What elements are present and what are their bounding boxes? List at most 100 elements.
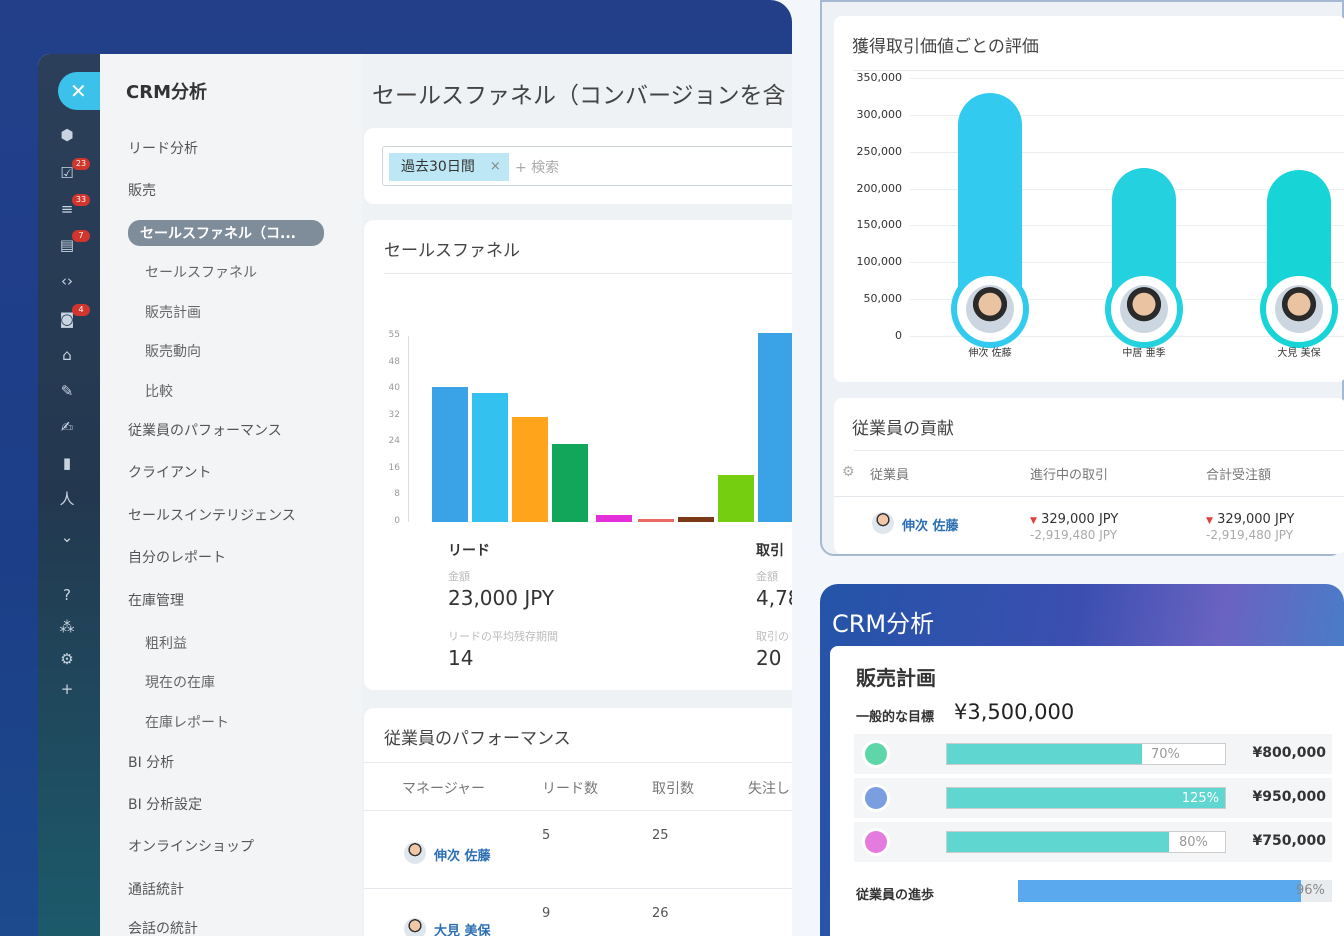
funnel-y-tick: 24 [388,436,400,447]
performance-title: 従業員のパフォーマンス [384,729,571,749]
search-input[interactable]: + 検索 [515,157,559,177]
col-leads[interactable]: リード数 [542,778,598,798]
employee-name-link[interactable]: 伸次 佐藤 [902,515,959,534]
value-y-tick: 0 [895,329,902,342]
menu-item-stock-report[interactable]: 在庫レポート [145,712,229,732]
structure-icon[interactable]: ⁂ [56,616,78,638]
network-icon[interactable]: ⬢ [56,124,78,146]
plan-row[interactable]: 125% ¥950,000 [854,778,1332,818]
employee-photo [951,270,1029,348]
funnel-bar[interactable] [678,516,714,522]
gear-icon[interactable]: ⚙ [842,464,855,480]
menu-item-online-shop[interactable]: オンラインショップ [128,836,254,856]
panel-title: CRM分析 [832,610,935,638]
menu-item-sales-funnel[interactable]: セールスファネル [145,262,257,282]
avatar [404,918,426,936]
plan-percent: 70% [1151,747,1180,762]
funnel-y-tick: 48 [388,356,400,367]
menu-item-my-reports[interactable]: 自分のレポート [128,547,226,567]
divider [854,70,1344,71]
gear-icon[interactable]: ⚙ [56,648,78,670]
person-icon[interactable]: 人 [56,488,78,510]
sales-plan-panel: CRM分析 販売計画 一般的な目標 ¥3,500,000 70% ¥800,000… [820,584,1344,936]
col-lost[interactable]: 失注し [748,778,790,798]
menu-item-gross-profit[interactable]: 粗利益 [145,633,187,653]
funnel-bar[interactable] [758,332,792,522]
funnel-bar[interactable] [596,515,632,522]
home-icon[interactable]: ⌂ [56,344,78,366]
menu-item-sales-funnel-active[interactable]: セールスファネル（コ... [128,220,324,246]
value-category-label: 伸次 佐藤 [968,348,1012,359]
deals-avg: 20 [756,646,782,670]
menu-item-lead-analysis[interactable]: リード分析 [128,138,198,158]
funnel-bar[interactable] [512,417,548,522]
chevron-down-icon[interactable]: ⌄ [56,526,78,548]
crm-app-window: ✕ ⬢ ☑ 23 ≡ 33 ▤ 7 ‹› ◙ 4 ⌂ ✎ ✍ ▮ 人 ⌄ ? ⁂… [38,54,792,936]
period-chip[interactable]: 過去30日間 × [389,153,509,181]
menu-item-clients[interactable]: クライアント [128,462,211,482]
plan-row[interactable]: 70% ¥800,000 [854,734,1332,774]
menu-item-call-stats[interactable]: 通話統計 [128,879,184,899]
help-icon[interactable]: ? [56,584,78,606]
menu-item-sales-trend[interactable]: 販売動向 [145,341,201,361]
employee-name-link[interactable]: 大見 美保 [434,920,491,936]
menu-item-sales-plan[interactable]: 販売計画 [145,302,201,322]
row-leads: 5 [542,828,551,843]
contact-badge: 7 [72,230,90,242]
plus-icon[interactable]: + [56,678,78,700]
progress-fill [1018,880,1301,902]
divider [364,762,792,763]
menu-item-bi-settings[interactable]: BI 分析設定 [128,794,202,814]
menu-item-current-stock[interactable]: 現在の在庫 [145,672,215,692]
divider [834,496,1344,497]
goal-label: 一般的な目標 [856,710,935,725]
menu-item-comparison[interactable]: 比較 [145,381,173,401]
employee-photo [1260,270,1338,348]
avatar [872,512,894,534]
value-y-tick: 250,000 [856,144,903,158]
menu-item-conversation-stats[interactable]: 会話の統計 [128,918,198,936]
plan-progress-bar: 70% [946,743,1226,765]
funnel-bar[interactable] [472,393,508,522]
plan-progress-fill [947,744,1142,764]
avatar [404,842,426,864]
col-employee[interactable]: 従業員 [870,464,909,483]
col-total-won[interactable]: 合計受注額 [1206,464,1271,483]
row-leads: 9 [542,906,551,921]
col-deals[interactable]: 取引数 [652,778,694,798]
col-active-deals[interactable]: 進行中の取引 [1030,464,1108,483]
plan-amount: ¥950,000 [1252,789,1326,805]
menu-item-sales-intelligence[interactable]: セールスインテリジェンス [128,505,296,525]
close-button[interactable]: ✕ [58,72,102,110]
edit-list-icon[interactable]: ✎ [56,380,78,402]
menu-item-bi-analysis[interactable]: BI 分析 [128,752,174,772]
employee-name-link[interactable]: 伸次 佐藤 [434,845,491,864]
leads-avg-label: リードの平均残存期間 [448,630,558,643]
sales-plan-title: 販売計画 [856,666,936,690]
funnel-y-tick: 0 [394,516,400,526]
sales-plan-card: 販売計画 一般的な目標 ¥3,500,000 70% ¥800,000 125% ¥9… [830,646,1344,936]
plan-progress-fill [947,832,1170,852]
col-manager[interactable]: マネージャー [402,778,485,798]
filter-search-box[interactable]: 過去30日間 × + 検索 [382,146,792,186]
code-icon[interactable]: ‹› [56,270,78,292]
menu-item-sales[interactable]: 販売 [128,180,156,200]
plan-row[interactable]: 80% ¥750,000 [854,822,1332,862]
funnel-y-tick: 40 [388,383,400,394]
progress-percent: 96% [1296,883,1325,898]
funnel-bar[interactable] [432,386,468,522]
filter-card: 過去30日間 × + 検索 [364,128,792,204]
funnel-bar[interactable] [718,474,754,522]
signature-icon[interactable]: ✍ [56,416,78,438]
user-icon [862,828,890,856]
menu-item-inventory[interactable]: 在庫管理 [128,590,184,610]
plan-percent: 80% [1179,835,1208,850]
bar-chart-icon[interactable]: ▮ [56,452,78,474]
funnel-bar[interactable] [638,518,674,522]
divider [364,810,792,811]
funnel-bar[interactable] [552,444,588,522]
menu-item-employee-performance[interactable]: 従業員のパフォーマンス [128,420,282,440]
value-y-tick: 200,000 [856,181,903,195]
page-title: セールスファネル（コンバージョンを含 [372,83,786,109]
chip-remove-icon[interactable]: × [490,153,501,181]
